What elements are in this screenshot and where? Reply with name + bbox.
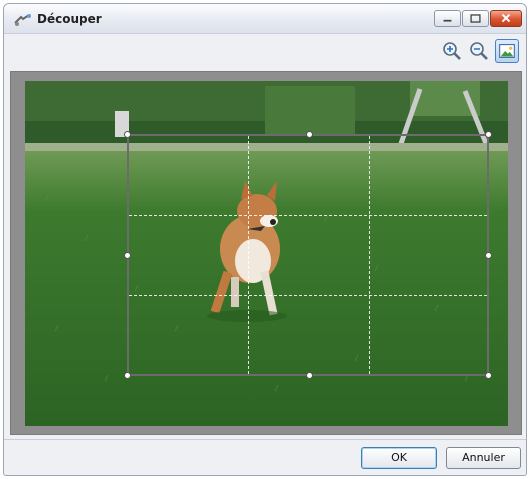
crop-handle-bottom-right[interactable] <box>485 372 492 379</box>
window-title: Découper <box>37 12 102 26</box>
toolbar <box>4 35 526 68</box>
cancel-button[interactable]: Annuler <box>446 447 521 469</box>
image-icon <box>499 44 515 58</box>
preview-area <box>10 71 522 435</box>
maximize-button[interactable] <box>462 10 489 27</box>
crop-handle-top-right[interactable] <box>485 131 492 138</box>
grid-line-horizontal <box>129 295 487 296</box>
grid-line-vertical <box>248 136 249 374</box>
zoom-out-button[interactable] <box>467 39 491 63</box>
close-icon <box>501 13 511 23</box>
preview-image[interactable] <box>25 81 508 426</box>
crop-handle-left[interactable] <box>124 252 131 259</box>
ok-button[interactable]: OK <box>361 447 437 469</box>
crop-app-icon <box>14 14 31 26</box>
grid-line-vertical <box>369 136 370 374</box>
crop-handle-top[interactable] <box>306 131 313 138</box>
fit-image-button[interactable] <box>495 39 519 63</box>
maximize-icon <box>470 14 481 23</box>
minimize-icon <box>443 19 452 22</box>
magnifier-minus-icon <box>470 42 488 60</box>
crop-dialog: Découper OK Annuler <box>3 3 527 476</box>
grid-line-horizontal <box>129 215 487 216</box>
title-bar[interactable]: Découper <box>4 4 526 34</box>
zoom-in-button[interactable] <box>440 39 464 63</box>
crop-handle-right[interactable] <box>485 252 492 259</box>
magnifier-plus-icon <box>443 42 461 60</box>
crop-handle-bottom-left[interactable] <box>124 372 131 379</box>
crop-handle-bottom[interactable] <box>306 372 313 379</box>
crop-frame[interactable] <box>124 131 492 379</box>
divider <box>4 439 526 440</box>
crop-handle-top-left[interactable] <box>124 131 131 138</box>
close-button[interactable] <box>490 10 522 27</box>
minimize-button[interactable] <box>434 10 461 27</box>
